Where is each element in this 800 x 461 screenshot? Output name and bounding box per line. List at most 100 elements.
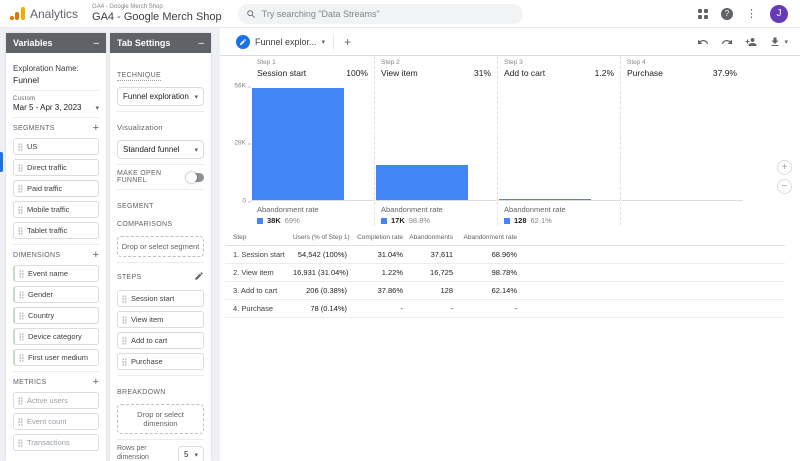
segment-chip[interactable]: Tablet traffic bbox=[13, 222, 99, 239]
funnel-exploration-tab[interactable]: Funnel explor... ▾ bbox=[228, 28, 333, 55]
add-dimension-icon[interactable]: + bbox=[93, 250, 99, 261]
segment-chip[interactable]: US bbox=[13, 138, 99, 155]
y-tick: 56K bbox=[234, 83, 251, 90]
tab-settings-panel: Tab Settings – TECHNIQUE Funnel explorat… bbox=[110, 33, 211, 461]
make-open-funnel-toggle[interactable] bbox=[187, 173, 204, 182]
drag-handle-icon[interactable] bbox=[122, 358, 127, 366]
step-chip[interactable]: Session start bbox=[117, 290, 204, 307]
user-avatar[interactable]: J bbox=[770, 5, 788, 23]
technique-label: TECHNIQUE bbox=[117, 72, 161, 81]
abandonment-count: 128 bbox=[514, 216, 527, 225]
drag-handle-icon[interactable] bbox=[18, 439, 23, 447]
step-name: Add to cart bbox=[504, 68, 545, 78]
undo-icon[interactable] bbox=[697, 36, 709, 48]
zoom-in-button[interactable]: + bbox=[777, 160, 792, 175]
dimensions-label: DIMENSIONS bbox=[13, 252, 60, 259]
drag-handle-icon[interactable] bbox=[18, 164, 23, 172]
step-number: Step 4 bbox=[627, 59, 737, 66]
collapse-variables-icon[interactable]: – bbox=[93, 38, 99, 49]
funnel-bar[interactable] bbox=[499, 199, 591, 200]
drag-handle-icon[interactable] bbox=[18, 227, 23, 235]
tab-settings-title: Tab Settings bbox=[117, 38, 170, 48]
zoom-out-button[interactable]: − bbox=[777, 179, 792, 194]
add-tab-button[interactable]: + bbox=[333, 34, 361, 50]
step-name: View item bbox=[381, 68, 418, 78]
search-input[interactable]: Try searching "Data Streams" bbox=[238, 4, 523, 24]
drag-handle-icon[interactable] bbox=[18, 185, 23, 193]
segment-chip[interactable]: Direct traffic bbox=[13, 159, 99, 176]
share-user-icon[interactable] bbox=[745, 36, 757, 48]
add-metric-icon[interactable]: + bbox=[93, 377, 99, 388]
export-data-button[interactable]: ▾ bbox=[769, 36, 788, 48]
abandonment-count: 38K bbox=[267, 216, 281, 225]
technique-section: TECHNIQUE Funnel exploration ▾ bbox=[117, 59, 204, 112]
technique-select[interactable]: Funnel exploration ▾ bbox=[117, 87, 204, 106]
search-icon bbox=[246, 9, 256, 19]
date-range-value[interactable]: Mar 5 - Apr 3, 2023 bbox=[13, 103, 81, 112]
drag-handle-icon[interactable] bbox=[19, 270, 24, 278]
dimension-chip[interactable]: Device category bbox=[13, 328, 99, 345]
abandonment-percent: 62.1% bbox=[531, 216, 552, 225]
dimension-chip[interactable]: First user medium bbox=[13, 349, 99, 366]
drag-handle-icon[interactable] bbox=[18, 206, 23, 214]
add-segment-icon[interactable]: + bbox=[93, 123, 99, 134]
drag-handle-icon[interactable] bbox=[19, 354, 24, 362]
analytics-home-link[interactable]: Analytics bbox=[0, 7, 78, 21]
step-name: Purchase bbox=[627, 68, 663, 78]
collapse-tab-settings-icon[interactable]: – bbox=[198, 38, 204, 49]
metric-chip[interactable]: Active users bbox=[13, 392, 99, 409]
more-options-icon[interactable]: ⋮ bbox=[746, 7, 757, 20]
segment-chip[interactable]: Mobile traffic bbox=[13, 201, 99, 218]
exploration-canvas: Funnel explor... ▾ + ▾ 56K 28K 0 Step 1 bbox=[220, 28, 800, 461]
chevron-down-icon[interactable]: ▾ bbox=[322, 38, 326, 46]
step-chip[interactable]: View item bbox=[117, 311, 204, 328]
breakdown-dropzone[interactable]: Drop or select dimension bbox=[117, 404, 204, 434]
metric-chip[interactable]: Event count bbox=[13, 413, 99, 430]
drag-handle-icon[interactable] bbox=[19, 333, 24, 341]
abandonment-percent: 69% bbox=[285, 216, 300, 225]
drag-handle-icon[interactable] bbox=[122, 295, 127, 303]
edit-steps-icon[interactable] bbox=[194, 268, 204, 286]
segment-chip[interactable]: Paid traffic bbox=[13, 180, 99, 197]
table-row[interactable]: 2. View item 16,931 (31.04%) 1.22% 16,72… bbox=[225, 264, 785, 282]
rows-per-dimension-select[interactable]: 5 ▾ bbox=[178, 446, 204, 461]
visualization-select[interactable]: Standard funnel ▾ bbox=[117, 140, 204, 159]
drag-handle-icon[interactable] bbox=[19, 291, 24, 299]
dimension-chip[interactable]: Gender bbox=[13, 286, 99, 303]
segment-comparisons-dropzone[interactable]: Drop or select segment bbox=[117, 236, 204, 257]
steps-section: STEPS Session start View item Add to car… bbox=[117, 263, 204, 376]
dimension-chip[interactable]: Event name bbox=[13, 265, 99, 282]
drag-handle-icon[interactable] bbox=[18, 418, 23, 426]
help-icon[interactable]: ? bbox=[721, 8, 733, 20]
step-chip[interactable]: Purchase bbox=[117, 353, 204, 370]
chevron-down-icon[interactable]: ▾ bbox=[95, 104, 99, 112]
drag-handle-icon[interactable] bbox=[18, 397, 23, 405]
drag-handle-icon[interactable] bbox=[18, 143, 23, 151]
table-header-row: Step Users (% of Step 1) Completion rate… bbox=[225, 230, 785, 246]
date-range-type: Custom bbox=[13, 96, 99, 102]
metrics-section: METRICS + Active users Event count Trans… bbox=[13, 372, 99, 456]
y-tick: 28K bbox=[234, 140, 251, 147]
table-row[interactable]: 4. Purchase 78 (0.14%) - - - bbox=[225, 300, 785, 318]
table-row[interactable]: 1. Session start 54,542 (100%) 31.04% 37… bbox=[225, 246, 785, 264]
dimension-chip[interactable]: Country bbox=[13, 307, 99, 324]
funnel-bar[interactable] bbox=[376, 165, 468, 200]
metric-chip[interactable]: Transactions bbox=[13, 434, 99, 451]
step-chip[interactable]: Add to cart bbox=[117, 332, 204, 349]
date-range-section[interactable]: Custom Mar 5 - Apr 3, 2023 ▾ bbox=[13, 91, 99, 118]
drag-handle-icon[interactable] bbox=[122, 316, 127, 324]
redo-icon[interactable] bbox=[721, 36, 733, 48]
collapsed-nav-indicator[interactable] bbox=[0, 152, 3, 172]
chevron-down-icon: ▾ bbox=[784, 38, 788, 46]
property-selector[interactable]: GA4 - Google Merch Shop GA4 - Google Mer… bbox=[92, 4, 222, 23]
drag-handle-icon[interactable] bbox=[19, 312, 24, 320]
exploration-name-value[interactable]: Funnel bbox=[13, 75, 99, 85]
table-row[interactable]: 3. Add to cart 206 (0.38%) 37.86% 128 62… bbox=[225, 282, 785, 300]
make-open-funnel-label: MAKE OPEN FUNNEL bbox=[117, 170, 187, 184]
funnel-table: Step Users (% of Step 1) Completion rate… bbox=[225, 230, 785, 318]
step-percent: 1.2% bbox=[595, 68, 614, 78]
funnel-bar[interactable] bbox=[252, 88, 344, 200]
variables-panel-header: Variables – bbox=[6, 33, 106, 53]
drag-handle-icon[interactable] bbox=[122, 337, 127, 345]
apps-grid-icon[interactable] bbox=[698, 9, 708, 19]
